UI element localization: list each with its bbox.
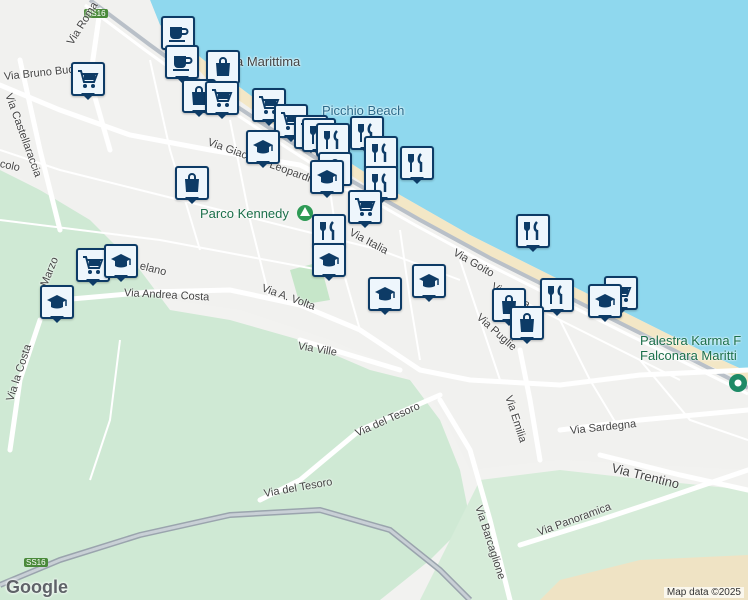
bag-icon bbox=[520, 313, 534, 332]
map-marker-cart[interactable] bbox=[205, 81, 239, 119]
map-marker-bag[interactable] bbox=[175, 166, 209, 204]
fork-icon bbox=[548, 285, 563, 304]
map-marker-bag[interactable] bbox=[510, 306, 544, 344]
fork-icon bbox=[408, 153, 423, 172]
fork-icon bbox=[524, 221, 539, 240]
map-attribution: Map data ©2025 bbox=[663, 587, 744, 598]
bag-icon bbox=[216, 57, 230, 76]
grad-icon bbox=[319, 253, 339, 267]
google-logo: Google bbox=[6, 577, 68, 597]
grad-icon bbox=[47, 295, 67, 309]
map-marker-fork[interactable] bbox=[364, 136, 398, 174]
map-marker-fork[interactable] bbox=[400, 146, 434, 184]
place-palestra-line1[interactable]: Palestra Karma F bbox=[640, 333, 741, 348]
grad-icon bbox=[595, 294, 615, 308]
map-marker-cart[interactable] bbox=[71, 62, 105, 100]
map-marker-fork[interactable] bbox=[516, 214, 550, 252]
grad-icon bbox=[253, 140, 273, 154]
map-marker-grad[interactable] bbox=[246, 130, 280, 168]
cup-icon bbox=[169, 27, 189, 42]
map-marker-grad[interactable] bbox=[588, 284, 622, 322]
cart-icon bbox=[83, 256, 104, 274]
fork-icon bbox=[324, 130, 339, 149]
place-marittima: a Marittima bbox=[236, 54, 301, 69]
cart-icon bbox=[78, 70, 99, 88]
cup-icon bbox=[173, 56, 193, 71]
fork-icon bbox=[320, 221, 335, 240]
palestra-pin-icon[interactable] bbox=[729, 374, 747, 392]
cart-icon bbox=[212, 89, 233, 107]
map-marker-grad[interactable] bbox=[40, 285, 74, 323]
fork-icon bbox=[372, 143, 387, 162]
map-marker-grad[interactable] bbox=[310, 160, 344, 198]
park-tree-icon[interactable] bbox=[297, 205, 313, 221]
cart-icon bbox=[355, 198, 376, 216]
place-palestra-line2[interactable]: Falconara Maritti bbox=[640, 348, 737, 363]
bag-icon bbox=[185, 173, 199, 192]
map-marker-grad[interactable] bbox=[312, 243, 346, 281]
grad-icon bbox=[419, 274, 439, 288]
map-marker-grad[interactable] bbox=[412, 264, 446, 302]
place-parco-kennedy[interactable]: Parco Kennedy bbox=[200, 206, 289, 221]
grad-icon bbox=[317, 170, 337, 184]
map-marker-cart[interactable] bbox=[348, 190, 382, 228]
map-marker-cup[interactable] bbox=[165, 45, 199, 83]
map-marker-fork[interactable] bbox=[540, 278, 574, 316]
grad-icon bbox=[111, 254, 131, 268]
map-marker-grad[interactable] bbox=[368, 277, 402, 315]
grad-icon bbox=[375, 287, 395, 301]
highway-shield-bottom: SS16 bbox=[24, 558, 48, 567]
map-marker-grad[interactable] bbox=[104, 244, 138, 282]
